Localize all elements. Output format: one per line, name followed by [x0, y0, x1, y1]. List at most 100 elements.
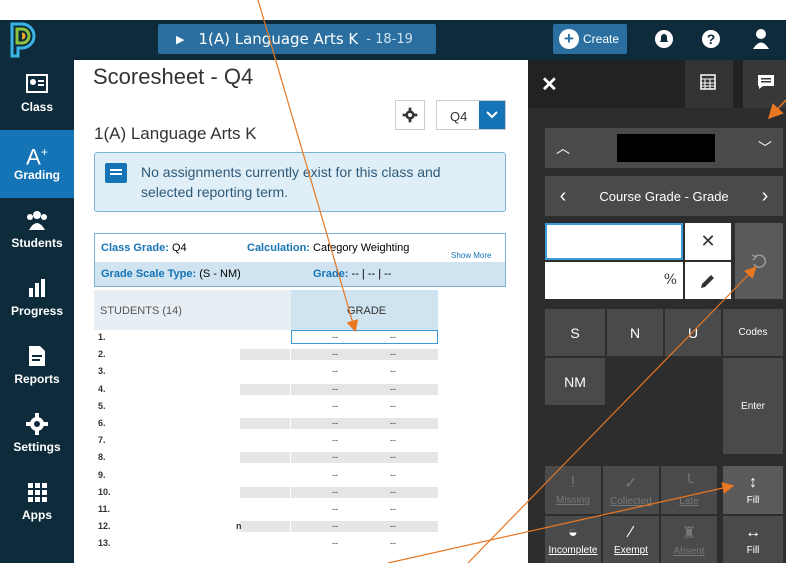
row-number: 8.	[98, 452, 106, 463]
term-select[interactable]: Q4	[436, 100, 506, 130]
grade-cell[interactable]	[291, 452, 438, 464]
prev-assignment-button[interactable]: ‹	[545, 176, 581, 216]
chevron-down-icon: ﹀	[758, 140, 772, 156]
year-label: - 18-19	[366, 31, 413, 47]
row-number: 2.	[98, 349, 106, 360]
students-column-header[interactable]: STUDENTS (14)	[94, 290, 291, 330]
grade-cell[interactable]	[291, 330, 438, 344]
sidebar-item-reports[interactable]: Reports	[0, 334, 74, 402]
table-row[interactable]: 9. -- --	[94, 470, 438, 481]
row-number: 6.	[98, 418, 106, 428]
table-row[interactable]: 8. -- --	[94, 452, 438, 464]
missing-flag-button[interactable]: ! Missing	[545, 466, 601, 514]
grade-cell[interactable]	[291, 349, 438, 361]
percent-input[interactable]: %	[545, 262, 683, 299]
grade-cell[interactable]	[291, 470, 438, 481]
svg-text:?: ?	[707, 31, 716, 47]
incomplete-flag-button[interactable]: ◒ Incomplete	[545, 516, 601, 563]
grade-value: --	[390, 383, 396, 394]
comment-icon	[758, 75, 774, 89]
table-row[interactable]: 4. -- --	[94, 383, 438, 395]
user-icon[interactable]	[750, 28, 772, 50]
grade-value: --	[332, 418, 338, 428]
grade-u-button[interactable]: U	[665, 309, 721, 356]
page-title: Scoresheet - Q4	[93, 64, 254, 89]
close-icon[interactable]: ✕	[541, 72, 558, 97]
grade-cell[interactable]	[291, 504, 438, 515]
grade-cell[interactable]	[291, 486, 438, 498]
sidebar-item-settings[interactable]: Settings	[0, 402, 74, 470]
settings-icon	[26, 413, 48, 435]
chevron-down-icon	[479, 101, 505, 129]
table-row[interactable]: 11. -- --	[94, 504, 438, 515]
next-assignment-button[interactable]: ›	[747, 176, 783, 216]
table-row[interactable]: 12. -- -- n	[94, 521, 438, 533]
fill-down-button[interactable]: ↕ Fill	[723, 466, 783, 514]
tab-grid[interactable]	[685, 60, 733, 108]
sidebar-item-progress[interactable]: Progress	[0, 266, 74, 334]
row-shade	[240, 401, 290, 412]
students-icon	[27, 211, 47, 230]
help-icon[interactable]: ?	[700, 28, 722, 50]
grade-cell[interactable]	[291, 435, 438, 446]
row-number: 1.	[98, 332, 106, 342]
exempt-flag-button[interactable]: ⁄ Exempt	[603, 516, 659, 563]
class-grade-info: Class Grade: Q4	[101, 242, 187, 254]
grade-value: --	[390, 469, 396, 480]
collected-flag-button[interactable]: ✓ Collected	[603, 466, 659, 514]
grade-s-button[interactable]: S	[545, 309, 605, 356]
table-row[interactable]: 5. -- --	[94, 401, 438, 412]
settings-button[interactable]	[395, 100, 425, 130]
class-selector-button[interactable]: ▶ 1(A) Language Arts K - 18-19	[158, 24, 436, 54]
sidebar-item-class[interactable]: Class	[0, 62, 74, 130]
sidebar-item-grading[interactable]: A+ Grading	[0, 130, 74, 198]
absent-flag-button[interactable]: ♜ Absent	[661, 516, 717, 563]
grade-nm-button[interactable]: NM	[545, 358, 605, 405]
grade-column-header[interactable]: GRADE	[291, 290, 438, 330]
horizontal-arrows-icon: ↔	[745, 523, 761, 541]
table-row[interactable]: 6. -- --	[94, 418, 438, 429]
row-number: 13.	[98, 538, 111, 549]
grade-cell[interactable]	[291, 538, 438, 549]
undo-button[interactable]	[735, 223, 783, 299]
no-assignments-notice: No assignments currently exist for this …	[94, 152, 506, 212]
create-button[interactable]: + Create	[553, 24, 627, 54]
enter-button[interactable]: Enter	[723, 358, 783, 454]
bell-icon[interactable]	[653, 28, 675, 50]
show-more-link[interactable]: Show More	[451, 251, 491, 260]
table-row[interactable]: 1. -- --	[94, 330, 438, 344]
grade-cell[interactable]	[291, 401, 438, 412]
grade-cell[interactable]	[291, 521, 438, 533]
late-flag-button[interactable]: ╰ Late	[661, 466, 717, 514]
sidebar-item-students[interactable]: Students	[0, 198, 74, 266]
clear-button[interactable]: ✕	[685, 223, 731, 260]
table-row[interactable]: 13. -- --	[94, 538, 438, 549]
table-row[interactable]: 3. -- --	[94, 366, 438, 377]
tab-comment[interactable]	[743, 60, 786, 108]
fill-across-button[interactable]: ↔ Fill	[723, 516, 783, 563]
top-whitespace	[0, 0, 786, 20]
next-student-button[interactable]: ﹀	[747, 128, 783, 168]
row-shade	[240, 521, 290, 533]
close-icon: ✕	[700, 231, 716, 251]
create-label: Create	[583, 32, 620, 46]
grade-value: --	[390, 521, 396, 532]
table-row[interactable]: 10. -- --	[94, 486, 438, 498]
grade-n-button[interactable]: N	[607, 309, 663, 356]
grade-value: --	[332, 538, 338, 549]
sidebar-item-apps[interactable]: Apps	[0, 470, 74, 538]
row-shade	[240, 452, 290, 464]
edit-button[interactable]	[685, 262, 731, 299]
grade-cell[interactable]	[291, 366, 438, 377]
codes-button[interactable]: Codes	[723, 309, 783, 356]
powerschool-logo[interactable]	[8, 22, 38, 58]
prev-student-button[interactable]: ︿	[545, 128, 581, 168]
grade-cell[interactable]	[291, 383, 438, 395]
table-row[interactable]: 7. -- --	[94, 435, 438, 446]
grade-value: --	[390, 366, 396, 377]
score-input[interactable]	[545, 223, 683, 260]
row-shade	[240, 366, 290, 377]
table-row[interactable]: 2. -- --	[94, 349, 438, 361]
grade-cell[interactable]	[291, 418, 438, 429]
pencil-icon	[701, 274, 714, 288]
